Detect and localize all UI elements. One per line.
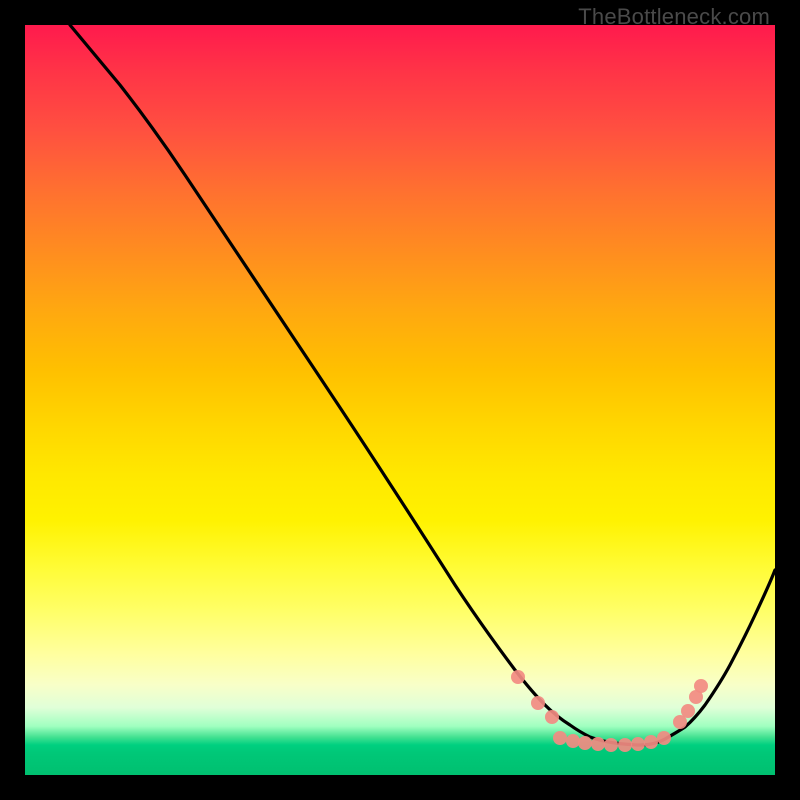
dot (566, 734, 580, 748)
bottleneck-curve-path (70, 25, 775, 745)
dot (657, 731, 671, 745)
dot (618, 738, 632, 752)
dot (631, 737, 645, 751)
optimal-zone-dots (511, 670, 708, 752)
dot (545, 710, 559, 724)
dot (553, 731, 567, 745)
bottleneck-curve-svg (25, 25, 775, 775)
dot (604, 738, 618, 752)
dot (694, 679, 708, 693)
chart-plot-area (25, 25, 775, 775)
dot (681, 704, 695, 718)
dot (644, 735, 658, 749)
dot (511, 670, 525, 684)
dot (578, 736, 592, 750)
dot (591, 737, 605, 751)
dot (531, 696, 545, 710)
